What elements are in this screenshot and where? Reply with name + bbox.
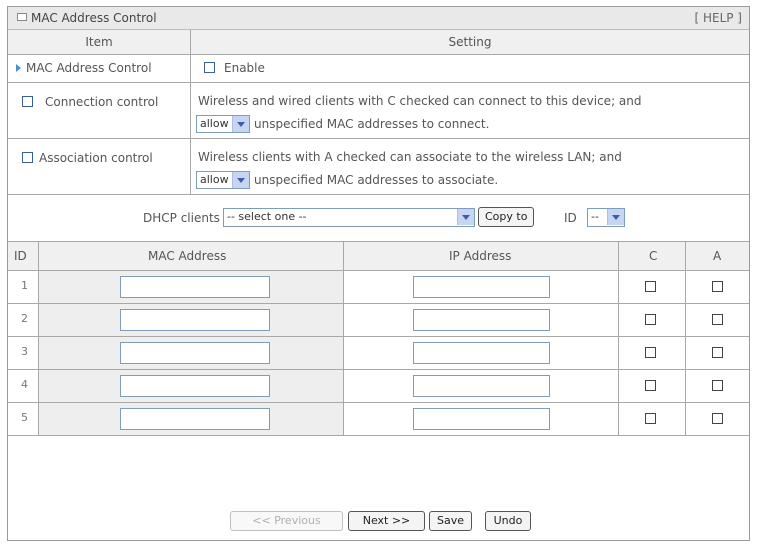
connect-checkbox[interactable] (645, 380, 656, 391)
id-select[interactable]: -- (587, 208, 625, 227)
associate-checkbox[interactable] (712, 281, 723, 292)
association-control-row: Association control Wireless clients wit… (8, 139, 749, 195)
table-header-row: ID MAC Address IP Address C A (8, 242, 749, 271)
chevron-down-icon (232, 116, 249, 132)
connect-checkbox[interactable] (645, 314, 656, 325)
table-row: 4 (8, 370, 749, 403)
mac-address-input[interactable] (120, 375, 270, 397)
col-ip-address: IP Address (449, 249, 512, 263)
table-row: 1 (8, 271, 749, 304)
connection-control-checkbox[interactable] (22, 96, 33, 107)
connection-policy-select[interactable]: allow (196, 115, 250, 133)
ip-address-input[interactable] (413, 375, 550, 397)
col-c: C (649, 249, 658, 263)
ip-address-input[interactable] (413, 276, 550, 298)
connect-checkbox[interactable] (645, 413, 656, 424)
header-setting: Setting (191, 30, 749, 54)
undo-button[interactable]: Undo (485, 511, 531, 531)
button-row: << Previous Next >> Save Undo (8, 503, 749, 541)
ip-address-input[interactable] (413, 309, 550, 331)
enable-label: Enable (224, 61, 265, 75)
association-description-2: unspecified MAC addresses to associate. (254, 173, 499, 187)
id-label: ID (564, 211, 577, 225)
settings-header-row: Item Setting (8, 30, 749, 55)
row-id: 1 (21, 279, 28, 292)
help-link[interactable]: [ HELP ] (694, 11, 742, 25)
row-id: 5 (21, 411, 28, 424)
table-row: 5 (8, 403, 749, 436)
row-id: 4 (21, 378, 28, 391)
ip-address-input[interactable] (413, 408, 550, 430)
connection-control-label: Connection control (45, 95, 159, 109)
mac-control-label: MAC Address Control (26, 61, 152, 75)
table-row: 3 (8, 337, 749, 370)
mac-address-input[interactable] (120, 309, 270, 331)
col-mac-address: MAC Address (148, 249, 227, 263)
connect-checkbox[interactable] (645, 347, 656, 358)
save-button[interactable]: Save (429, 511, 472, 531)
chevron-down-icon (457, 209, 474, 225)
association-policy-select[interactable]: allow (196, 171, 250, 189)
table-row: 2 (8, 304, 749, 337)
ip-address-input[interactable] (413, 342, 550, 364)
mac-address-input[interactable] (120, 342, 270, 364)
dhcp-clients-label: DHCP clients (143, 211, 220, 225)
next-button[interactable]: Next >> (348, 511, 425, 531)
header-item: Item (8, 30, 190, 54)
connect-checkbox[interactable] (645, 281, 656, 292)
chevron-down-icon (607, 209, 624, 225)
enable-checkbox[interactable] (204, 62, 215, 73)
connection-description-2: unspecified MAC addresses to connect. (254, 117, 490, 131)
associate-checkbox[interactable] (712, 413, 723, 424)
association-description: Wireless clients with A checked can asso… (198, 150, 622, 164)
mac-address-input[interactable] (120, 408, 270, 430)
mac-control-row: MAC Address Control Enable (8, 55, 749, 83)
col-a: A (713, 249, 722, 263)
connection-control-row: Connection control Wireless and wired cl… (8, 83, 749, 139)
window-icon (17, 13, 27, 21)
panel-titlebar: MAC Address Control [ HELP ] (8, 7, 749, 30)
mac-address-control-panel: MAC Address Control [ HELP ] Item Settin… (7, 6, 750, 541)
panel-title: MAC Address Control (31, 11, 157, 25)
arrow-right-icon (16, 64, 21, 72)
dhcp-clients-select[interactable]: -- select one -- (223, 208, 475, 227)
connection-description: Wireless and wired clients with C checke… (198, 94, 642, 108)
mac-address-input[interactable] (120, 276, 270, 298)
copy-to-button[interactable]: Copy to (478, 207, 535, 227)
associate-checkbox[interactable] (712, 314, 723, 325)
row-id: 2 (21, 312, 28, 325)
associate-checkbox[interactable] (712, 347, 723, 358)
associate-checkbox[interactable] (712, 380, 723, 391)
association-control-checkbox[interactable] (22, 152, 33, 163)
association-control-label: Association control (39, 151, 153, 165)
row-id: 3 (21, 345, 28, 358)
dhcp-clients-row: DHCP clients -- select one -- Copy to ID… (8, 195, 749, 242)
col-id: ID (14, 249, 27, 263)
previous-button[interactable]: << Previous (230, 511, 343, 531)
chevron-down-icon (232, 172, 249, 188)
